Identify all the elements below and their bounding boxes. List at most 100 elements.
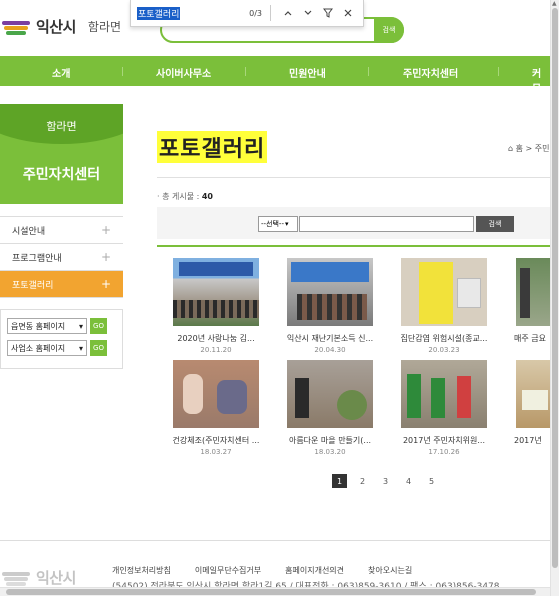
find-previous-icon[interactable] [279, 4, 297, 22]
gallery-thumbnail[interactable] [401, 258, 487, 326]
vertical-scroll-thumb[interactable] [552, 8, 558, 568]
gallery-thumbnail[interactable] [287, 360, 373, 428]
select-value: 읍면동 홈페이지 [11, 321, 66, 331]
footer-link-email-refusal[interactable]: 이메일무단수집거부 [195, 565, 261, 576]
gallery-thumbnail[interactable] [516, 258, 550, 326]
page-button[interactable]: 4 [401, 474, 416, 488]
gallery-date: 20.04.30 [314, 346, 346, 354]
page-title: 포토갤러리 [157, 131, 268, 163]
nav-item-civil[interactable]: 민원안내 [289, 65, 326, 80]
gallery-caption: 2020년 사랑나눔 김... [177, 334, 255, 343]
logo-mark-icon [2, 568, 30, 588]
find-query-input[interactable]: 포토갤러리 [137, 6, 181, 20]
select-value: 사업소 홈페이지 [11, 343, 66, 353]
footer-link-privacy[interactable]: 개인정보처리방침 [112, 565, 171, 576]
select-value: --선택-- [261, 220, 284, 228]
gallery-item[interactable]: 익산시 재난기본소득 신... 20.04.30 [285, 258, 375, 354]
gallery-caption: 매주 금요 [514, 334, 546, 343]
find-count: 0/3 [249, 8, 262, 18]
logo-text: 익산시 [36, 18, 76, 36]
post-count: · 총 게시물 : 40 [157, 191, 213, 202]
gallery-thumbnail[interactable] [287, 258, 373, 326]
site-logo[interactable]: 익산시 함라면 [2, 16, 121, 37]
sidebar-item-programs[interactable]: 프로그램안내 + [0, 244, 123, 271]
find-separator [270, 5, 271, 21]
pagination: 1 2 3 4 5 [332, 474, 447, 488]
find-bar: 포토갤러리 0/3 [130, 0, 364, 27]
sidebar-item-label: 포토갤러리 [12, 280, 54, 291]
footer-logo-text: 익산시 [36, 569, 76, 587]
gallery-top-divider [157, 245, 550, 247]
gallery-date: 17.10.26 [428, 448, 460, 456]
sidebar-item-label: 프로그램안내 [12, 253, 62, 264]
gallery-item[interactable]: 아름다운 마을 만들기(... 18.03.20 [285, 360, 375, 456]
nav-item-cyber-office[interactable]: 사이버사무소 [156, 65, 211, 80]
post-count-value: 40 [201, 192, 213, 201]
footer-divider [0, 540, 550, 541]
gallery-item[interactable]: 매주 금요 [514, 258, 550, 344]
scroll-up-icon[interactable]: ▲ [552, 0, 557, 7]
gallery-date: 18.03.20 [314, 448, 346, 456]
town-homepage-select[interactable]: 읍면동 홈페이지 ▾ [7, 318, 87, 334]
main-nav: 소개 사이버사무소 민원안내 주민자치센터 커뮤 [0, 56, 550, 95]
page-button[interactable]: 3 [378, 474, 393, 488]
nav-item-intro[interactable]: 소개 [52, 65, 70, 80]
gallery-thumbnail[interactable] [516, 360, 550, 428]
sidebar-title: 주민자치센터 [22, 167, 101, 183]
find-filter-icon[interactable] [319, 4, 337, 22]
sidebar-item-photo-gallery[interactable]: 포토갤러리 + [0, 271, 123, 298]
breadcrumb[interactable]: ⌂ 홈 > 주민 [508, 143, 550, 154]
office-go-button[interactable]: GO [90, 340, 107, 356]
gallery-caption: 건강체조(주민자치센터 ... [172, 436, 260, 445]
town-go-button[interactable]: GO [90, 318, 107, 334]
horizontal-scroll-thumb[interactable] [6, 589, 536, 595]
footer-link-directions[interactable]: 찾아오시는길 [368, 565, 412, 576]
gallery-caption: 아름다운 마을 만들기(... [288, 436, 372, 445]
horizontal-scrollbar[interactable] [0, 587, 550, 596]
chevron-down-icon: ▾ [78, 343, 83, 353]
site-search-button[interactable]: 검색 [374, 17, 404, 43]
footer-link-feedback[interactable]: 홈페이지개선의견 [285, 565, 344, 576]
nav-separator [498, 67, 499, 76]
chevron-down-icon: ▾ [78, 321, 83, 331]
gallery-thumbnail[interactable] [173, 258, 259, 326]
board-search-button[interactable]: 검색 [476, 216, 514, 232]
board-search-bar: --선택-- ▾ 검색 [157, 207, 550, 239]
board-search-input[interactable] [299, 216, 474, 232]
sidebar-subtitle: 함라면 [46, 120, 77, 133]
gallery-item[interactable]: 2017년 [514, 360, 550, 446]
nav-item-community[interactable]: 커뮤 [532, 65, 550, 95]
find-close-icon[interactable] [339, 4, 357, 22]
gallery-thumbnail[interactable] [173, 360, 259, 428]
gallery-thumbnail[interactable] [401, 360, 487, 428]
footer-logo: 익산시 [2, 567, 76, 588]
sidebar-item-label: 시설안내 [12, 226, 46, 237]
gallery-item[interactable]: 2017년 주민자치위원... 17.10.26 [399, 360, 489, 456]
vertical-scrollbar[interactable]: ▲ [550, 0, 559, 596]
sidebar-item-facilities[interactable]: 시설안내 + [0, 217, 123, 244]
board-search-select[interactable]: --선택-- ▾ [258, 216, 298, 232]
chevron-down-icon: ▾ [284, 220, 289, 228]
sidebar-menu: 시설안내 + 프로그램안내 + 포토갤러리 + [0, 216, 123, 298]
homepage-links-box: 읍면동 홈페이지 ▾ GO 사업소 홈페이지 ▾ GO [0, 309, 123, 369]
page-button[interactable]: 5 [424, 474, 439, 488]
page-root: 익산시 함라면 검색 포토갤러리 0/3 소개 사이버사무소 민원안내 주민자치… [0, 0, 559, 596]
page-button[interactable]: 1 [332, 474, 347, 488]
gallery-caption: 익산시 재난기본소득 신... [286, 334, 374, 343]
plus-icon: + [100, 277, 111, 291]
find-next-icon[interactable] [299, 4, 317, 22]
gallery-item[interactable]: 2020년 사랑나눔 김... 20.11.20 [171, 258, 261, 354]
gallery-caption: 2017년 [514, 436, 542, 445]
page-button[interactable]: 2 [355, 474, 370, 488]
office-homepage-select[interactable]: 사업소 홈페이지 ▾ [7, 340, 87, 356]
post-count-label: · 총 게시물 : [157, 192, 200, 201]
plus-icon: + [100, 250, 111, 264]
gallery-date: 20.11.20 [200, 346, 232, 354]
footer-links: 개인정보처리방침 이메일무단수집거부 홈페이지개선의견 찾아오시는길 [112, 565, 436, 576]
sidebar-header: 함라면 주민자치센터 [0, 104, 123, 204]
gallery-item[interactable]: 건강체조(주민자치센터 ... 18.03.27 [171, 360, 261, 456]
nav-separator [245, 67, 246, 76]
gallery-item[interactable]: 집단감염 위험시설(종교... 20.03.23 [399, 258, 489, 354]
gallery-caption: 2017년 주민자치위원... [402, 436, 486, 445]
nav-item-community-center[interactable]: 주민자치센터 [403, 65, 458, 80]
